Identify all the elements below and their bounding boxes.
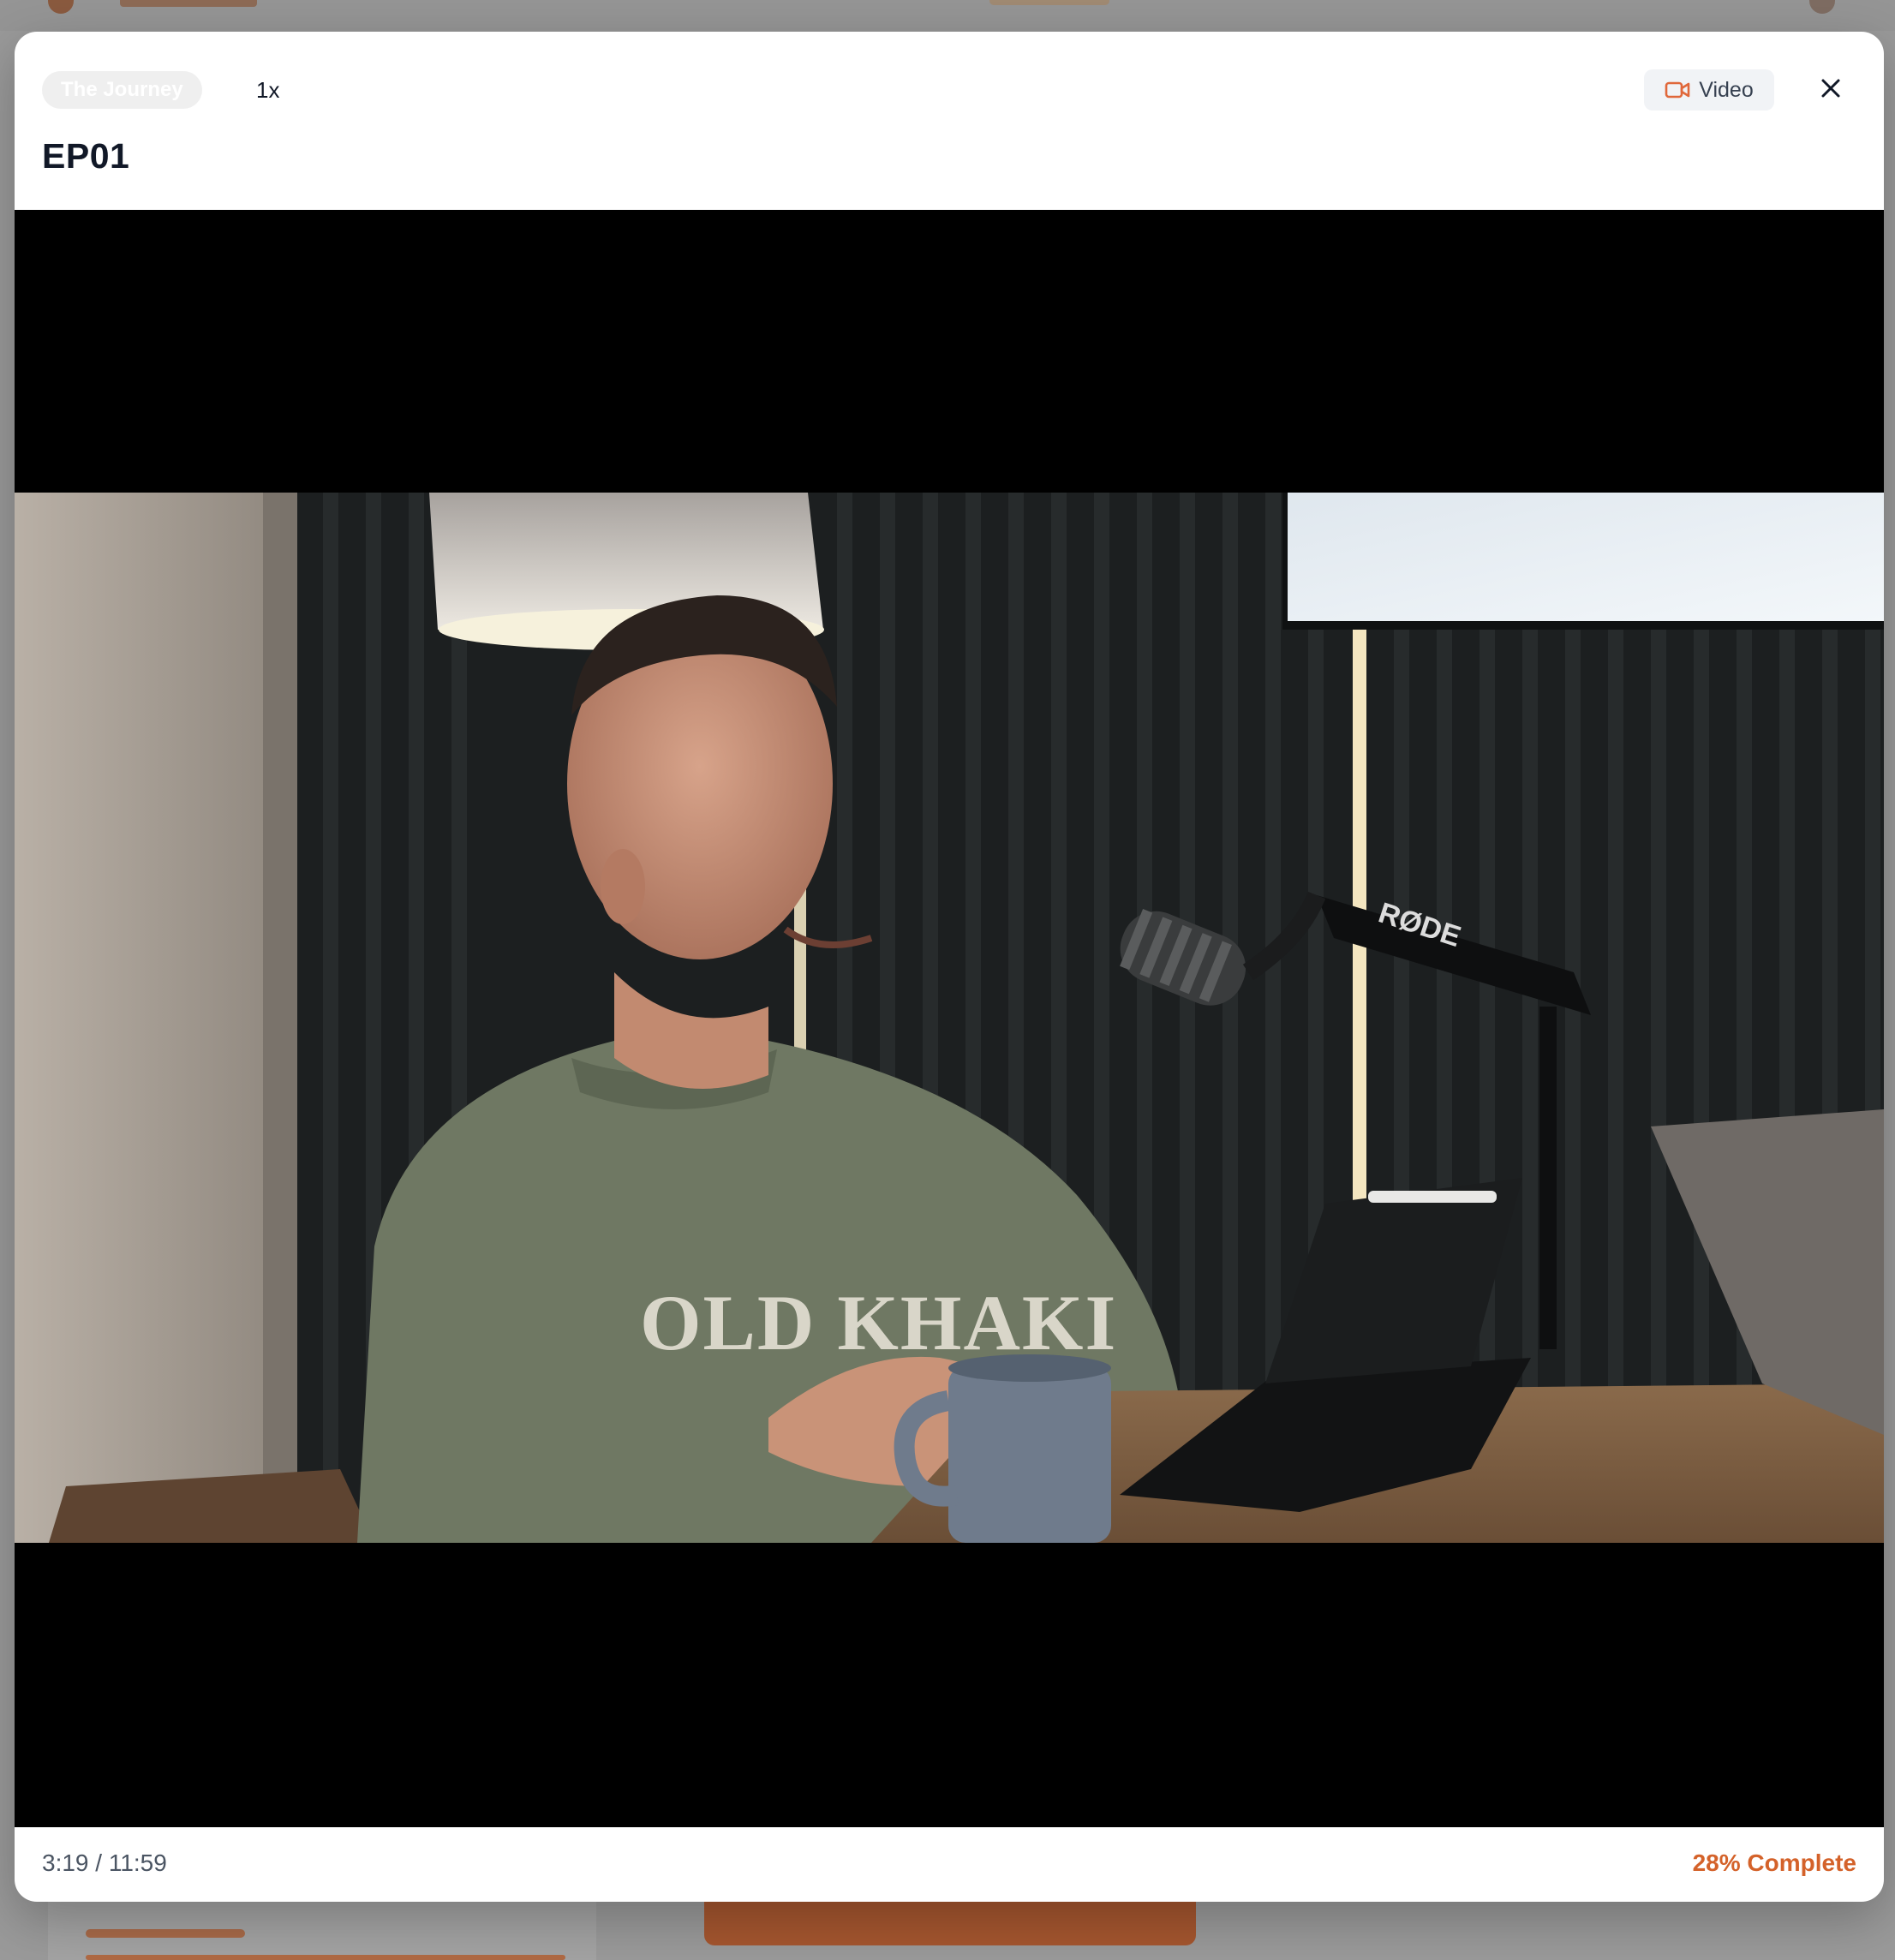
video-camera-icon: [1665, 81, 1690, 99]
background-logo-text: [120, 0, 257, 7]
sweatshirt-print: OLD KHAKI: [640, 1279, 1117, 1366]
episode-title: EP01: [42, 136, 130, 176]
media-type-badge: Video: [1644, 69, 1774, 111]
background-nav-pill: [989, 0, 1109, 5]
series-tag: The Journey: [42, 71, 202, 109]
playback-time: 3:19 / 11:59: [42, 1849, 167, 1876]
video-player[interactable]: OLD KHAKI RØDE: [15, 210, 1884, 1827]
playback-speed-button[interactable]: 1x: [246, 71, 290, 109]
completion-status: 28% Complete: [1692, 1849, 1856, 1876]
background-top-bar: [0, 0, 1895, 31]
video-modal: The Journey 1x Video EP01 OLD KHAKI RØDE…: [15, 32, 1884, 1902]
video-frame-image: OLD KHAKI RØDE: [15, 493, 1884, 1543]
modal-header: The Journey 1x Video EP01: [15, 32, 1884, 209]
background-progress-track: [86, 1955, 565, 1960]
media-type-label: Video: [1699, 77, 1754, 102]
background-progress-fill: [86, 1929, 245, 1938]
close-button[interactable]: [1812, 71, 1850, 109]
player-footer: 3:19 / 11:59 28% Complete: [15, 1827, 1884, 1902]
close-icon: [1820, 78, 1841, 103]
